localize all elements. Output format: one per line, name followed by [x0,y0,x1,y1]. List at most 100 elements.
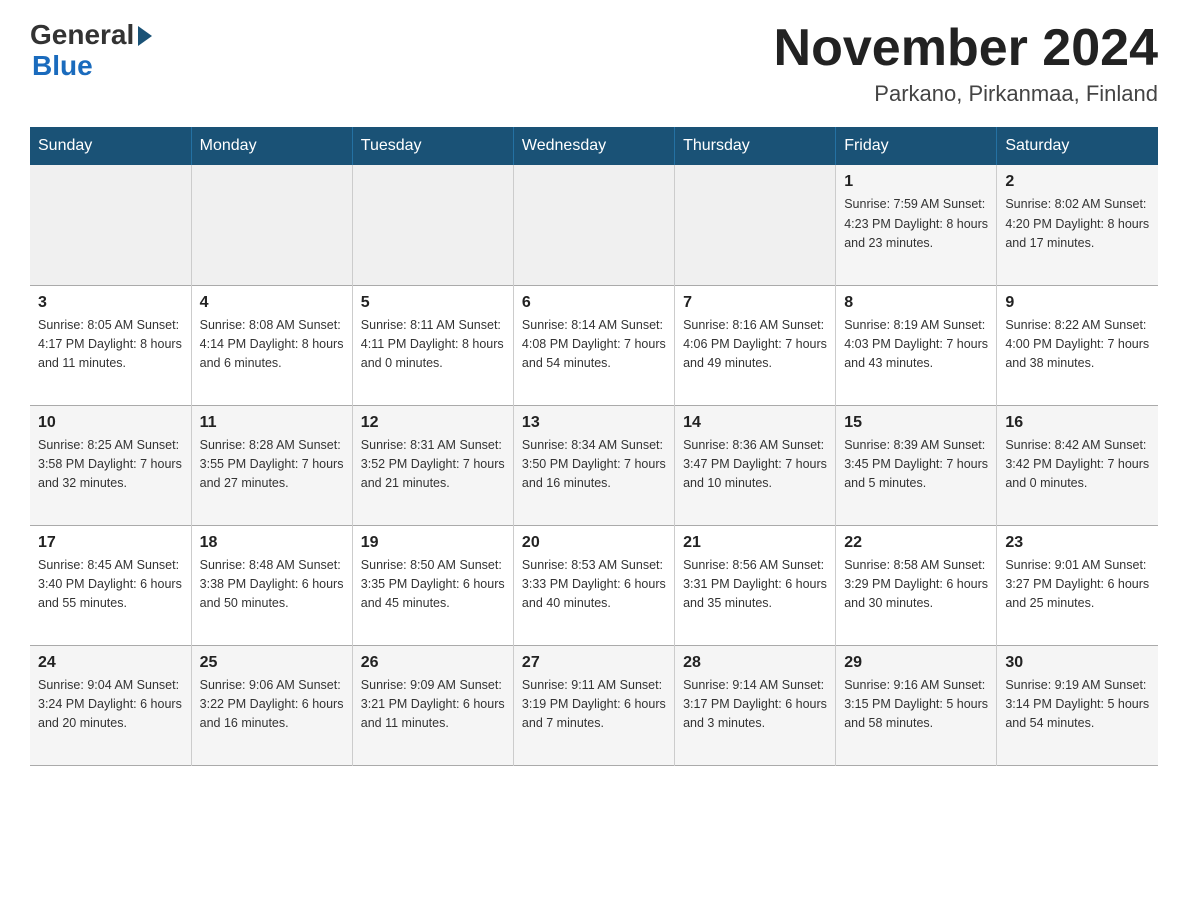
calendar-cell: 3 Sunrise: 8:05 AM Sunset: 4:17 PM Daylig… [30,285,191,405]
calendar-cell: 6Sunrise: 8:14 AM Sunset: 4:08 PM Daylig… [513,285,674,405]
day-info: Sunrise: 8:16 AM Sunset: 4:06 PM Dayligh… [683,316,827,374]
day-info: Sunrise: 8:22 AM Sunset: 4:00 PM Dayligh… [1005,316,1150,374]
day-number: 8 [844,294,988,312]
calendar-week-row: 1Sunrise: 7:59 AM Sunset: 4:23 PM Daylig… [30,165,1158,285]
day-info: Sunrise: 9:01 AM Sunset: 3:27 PM Dayligh… [1005,556,1150,614]
calendar-cell: 27 Sunrise: 9:11 AM Sunset: 3:19 PM Dayli… [513,645,674,765]
calendar-cell [30,165,191,285]
col-header-saturday: Saturday [997,127,1158,165]
calendar-cell: 16 Sunrise: 8:42 AM Sunset: 3:42 PM Dayli… [997,405,1158,525]
calendar-cell: 21 Sunrise: 8:56 AM Sunset: 3:31 PM Dayli… [675,525,836,645]
day-number: 30 [1005,654,1150,672]
day-number: 5 [361,294,505,312]
calendar-cell: 23 Sunrise: 9:01 AM Sunset: 3:27 PM Dayli… [997,525,1158,645]
calendar-week-row: 10Sunrise: 8:25 AM Sunset: 3:58 PM Dayli… [30,405,1158,525]
day-number: 19 [361,534,505,552]
calendar-cell: 10Sunrise: 8:25 AM Sunset: 3:58 PM Dayli… [30,405,191,525]
day-number: 12 [361,414,505,432]
calendar-cell: 14Sunrise: 8:36 AM Sunset: 3:47 PM Dayli… [675,405,836,525]
calendar-cell: 22Sunrise: 8:58 AM Sunset: 3:29 PM Dayli… [836,525,997,645]
day-number: 29 [844,654,988,672]
day-info: Sunrise: 8:42 AM Sunset: 3:42 PM Dayligh… [1005,436,1150,494]
calendar-table: SundayMondayTuesdayWednesdayThursdayFrid… [30,127,1158,766]
logo: General Blue [30,20,152,82]
day-number: 24 [38,654,183,672]
calendar-cell: 13Sunrise: 8:34 AM Sunset: 3:50 PM Dayli… [513,405,674,525]
day-number: 27 [522,654,666,672]
day-info: Sunrise: 9:09 AM Sunset: 3:21 PM Dayligh… [361,676,505,734]
calendar-cell: 4 Sunrise: 8:08 AM Sunset: 4:14 PM Daylig… [191,285,352,405]
calendar-cell: 18 Sunrise: 8:48 AM Sunset: 3:38 PM Dayli… [191,525,352,645]
calendar-cell: 17Sunrise: 8:45 AM Sunset: 3:40 PM Dayli… [30,525,191,645]
day-info: Sunrise: 9:16 AM Sunset: 3:15 PM Dayligh… [844,676,988,734]
day-info: Sunrise: 8:08 AM Sunset: 4:14 PM Dayligh… [200,316,344,374]
day-number: 23 [1005,534,1150,552]
day-info: Sunrise: 8:34 AM Sunset: 3:50 PM Dayligh… [522,436,666,494]
day-info: Sunrise: 8:56 AM Sunset: 3:31 PM Dayligh… [683,556,827,614]
day-info: Sunrise: 8:31 AM Sunset: 3:52 PM Dayligh… [361,436,505,494]
day-info: Sunrise: 8:11 AM Sunset: 4:11 PM Dayligh… [361,316,505,374]
day-info: Sunrise: 8:02 AM Sunset: 4:20 PM Dayligh… [1005,195,1150,253]
day-number: 25 [200,654,344,672]
day-info: Sunrise: 8:05 AM Sunset: 4:17 PM Dayligh… [38,316,183,374]
day-info: Sunrise: 9:06 AM Sunset: 3:22 PM Dayligh… [200,676,344,734]
calendar-week-row: 3 Sunrise: 8:05 AM Sunset: 4:17 PM Daylig… [30,285,1158,405]
day-info: Sunrise: 8:39 AM Sunset: 3:45 PM Dayligh… [844,436,988,494]
day-number: 3 [38,294,183,312]
day-number: 28 [683,654,827,672]
title-section: November 2024 Parkano, Pirkanmaa, Finlan… [774,20,1158,107]
day-info: Sunrise: 9:14 AM Sunset: 3:17 PM Dayligh… [683,676,827,734]
calendar-cell [513,165,674,285]
day-number: 4 [200,294,344,312]
calendar-cell: 28 Sunrise: 9:14 AM Sunset: 3:17 PM Dayli… [675,645,836,765]
logo-arrow-icon [138,26,152,46]
day-number: 22 [844,534,988,552]
calendar-header-row: SundayMondayTuesdayWednesdayThursdayFrid… [30,127,1158,165]
day-info: Sunrise: 8:50 AM Sunset: 3:35 PM Dayligh… [361,556,505,614]
day-info: Sunrise: 9:19 AM Sunset: 3:14 PM Dayligh… [1005,676,1150,734]
day-number: 26 [361,654,505,672]
day-number: 2 [1005,173,1150,191]
calendar-cell: 20Sunrise: 8:53 AM Sunset: 3:33 PM Dayli… [513,525,674,645]
calendar-week-row: 17Sunrise: 8:45 AM Sunset: 3:40 PM Dayli… [30,525,1158,645]
calendar-cell: 2 Sunrise: 8:02 AM Sunset: 4:20 PM Daylig… [997,165,1158,285]
calendar-cell: 29 Sunrise: 9:16 AM Sunset: 3:15 PM Dayli… [836,645,997,765]
day-info: Sunrise: 8:45 AM Sunset: 3:40 PM Dayligh… [38,556,183,614]
day-info: Sunrise: 8:19 AM Sunset: 4:03 PM Dayligh… [844,316,988,374]
day-info: Sunrise: 8:36 AM Sunset: 3:47 PM Dayligh… [683,436,827,494]
calendar-week-row: 24 Sunrise: 9:04 AM Sunset: 3:24 PM Dayli… [30,645,1158,765]
calendar-cell: 11 Sunrise: 8:28 AM Sunset: 3:55 PM Dayli… [191,405,352,525]
col-header-tuesday: Tuesday [352,127,513,165]
calendar-cell: 24 Sunrise: 9:04 AM Sunset: 3:24 PM Dayli… [30,645,191,765]
col-header-thursday: Thursday [675,127,836,165]
day-number: 9 [1005,294,1150,312]
calendar-cell: 8 Sunrise: 8:19 AM Sunset: 4:03 PM Daylig… [836,285,997,405]
day-info: Sunrise: 9:11 AM Sunset: 3:19 PM Dayligh… [522,676,666,734]
logo-general-text: General [30,20,134,51]
day-number: 1 [844,173,988,191]
calendar-cell [352,165,513,285]
calendar-cell: 30 Sunrise: 9:19 AM Sunset: 3:14 PM Dayli… [997,645,1158,765]
calendar-cell [191,165,352,285]
day-number: 18 [200,534,344,552]
page-header: General Blue November 2024 Parkano, Pirk… [30,20,1158,107]
day-info: Sunrise: 8:48 AM Sunset: 3:38 PM Dayligh… [200,556,344,614]
calendar-cell: 5 Sunrise: 8:11 AM Sunset: 4:11 PM Daylig… [352,285,513,405]
calendar-cell: 12 Sunrise: 8:31 AM Sunset: 3:52 PM Dayli… [352,405,513,525]
day-number: 15 [844,414,988,432]
calendar-cell: 15 Sunrise: 8:39 AM Sunset: 3:45 PM Dayli… [836,405,997,525]
day-info: Sunrise: 8:28 AM Sunset: 3:55 PM Dayligh… [200,436,344,494]
logo-blue-text: Blue [32,51,152,82]
col-header-friday: Friday [836,127,997,165]
day-info: Sunrise: 8:14 AM Sunset: 4:08 PM Dayligh… [522,316,666,374]
col-header-monday: Monday [191,127,352,165]
calendar-cell: 9 Sunrise: 8:22 AM Sunset: 4:00 PM Daylig… [997,285,1158,405]
calendar-cell: 19 Sunrise: 8:50 AM Sunset: 3:35 PM Dayli… [352,525,513,645]
calendar-cell: 26 Sunrise: 9:09 AM Sunset: 3:21 PM Dayli… [352,645,513,765]
day-number: 16 [1005,414,1150,432]
day-info: Sunrise: 9:04 AM Sunset: 3:24 PM Dayligh… [38,676,183,734]
day-number: 21 [683,534,827,552]
month-title: November 2024 [774,20,1158,77]
day-number: 11 [200,414,344,432]
col-header-wednesday: Wednesday [513,127,674,165]
